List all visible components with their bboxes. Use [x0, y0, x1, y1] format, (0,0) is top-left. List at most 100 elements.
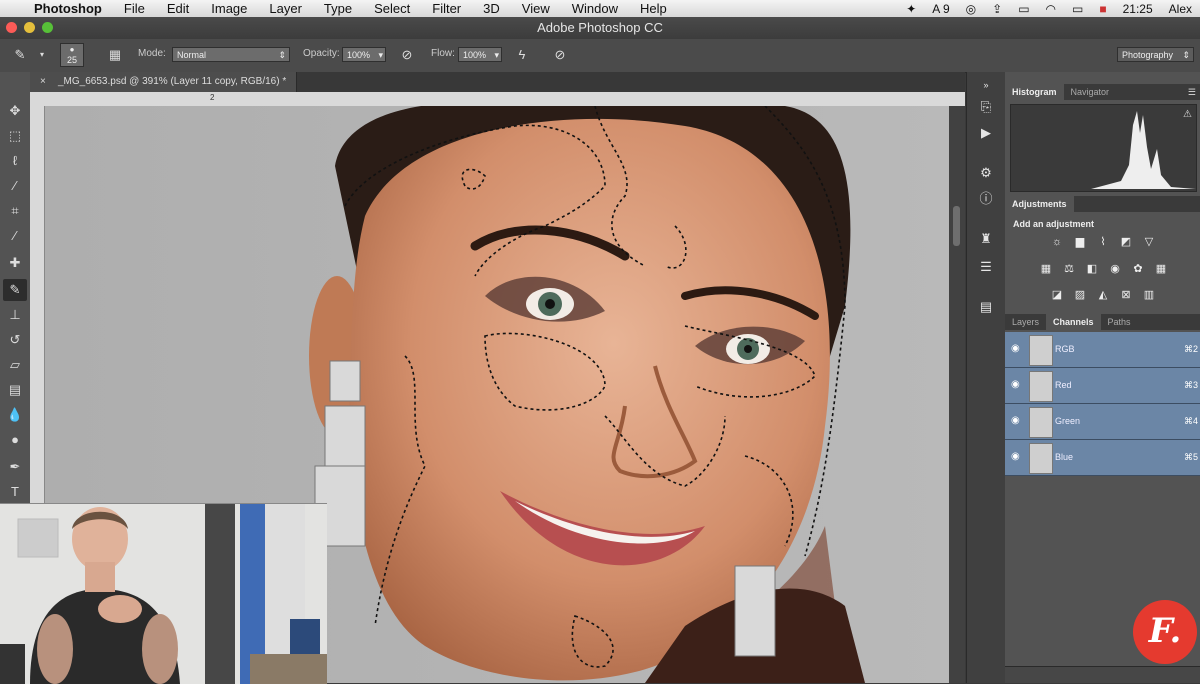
collapse-panels-icon[interactable]: »	[976, 76, 996, 94]
eyedropper-tool-icon[interactable]: ⁄	[3, 225, 27, 247]
brush-panel-icon[interactable]: ▦	[105, 45, 125, 65]
pressure-opacity-icon[interactable]: ⊘	[397, 45, 417, 65]
type-tool-icon[interactable]: T	[3, 481, 27, 503]
menu-app[interactable]: Photoshop	[30, 1, 113, 16]
menu-type[interactable]: Type	[313, 1, 363, 16]
pressure-size-icon[interactable]: ⊘	[550, 45, 570, 65]
adobe-updates-count: 9	[942, 1, 950, 16]
tab-navigator[interactable]: Navigator	[1064, 84, 1117, 100]
channel-row-blue[interactable]: ◉ Blue ⌘5	[1005, 440, 1200, 476]
tab-layers[interactable]: Layers	[1005, 314, 1046, 330]
workspace-switcher[interactable]: Photography ⇕	[1117, 47, 1194, 62]
history-brush-tool-icon[interactable]: ↺	[3, 329, 27, 351]
selective-color-icon[interactable]: ⊠	[1118, 288, 1134, 302]
tab-paths[interactable]: Paths	[1101, 314, 1138, 330]
menu-layer[interactable]: Layer	[258, 1, 313, 16]
color-balance-icon[interactable]: ⚖	[1061, 262, 1077, 276]
menu-3d[interactable]: 3D	[472, 1, 511, 16]
menu-filter[interactable]: Filter	[421, 1, 472, 16]
vibrance-icon[interactable]: ▽	[1141, 235, 1157, 249]
visibility-eye-icon[interactable]: ◉	[1011, 343, 1025, 354]
hue-saturation-icon[interactable]: ▦	[1038, 262, 1054, 276]
pen-tool-icon[interactable]: ✒	[3, 456, 27, 478]
dodge-tool-icon[interactable]: ●	[3, 429, 27, 451]
flow-field[interactable]: 100% ▾	[458, 47, 502, 62]
invert-icon[interactable]: ◪	[1049, 288, 1065, 302]
clock-time[interactable]: 21:25	[1115, 2, 1161, 16]
menu-help[interactable]: Help	[629, 1, 678, 16]
brush-preset-icon[interactable]: ✎	[10, 45, 30, 65]
curves-icon[interactable]: ⌇	[1095, 235, 1111, 249]
channel-row-red[interactable]: ◉ Red ⌘3	[1005, 368, 1200, 404]
posterize-icon[interactable]: ▨	[1072, 288, 1088, 302]
minimize-window-button[interactable]	[24, 22, 35, 33]
crop-tool-icon[interactable]: ⌗	[3, 200, 27, 222]
gradient-tool-icon[interactable]: ▤	[3, 379, 27, 401]
menu-image[interactable]: Image	[200, 1, 258, 16]
brightness-icon[interactable]: ☼	[1049, 235, 1065, 249]
threshold-icon[interactable]: ◭	[1095, 288, 1111, 302]
preset-dropdown-icon[interactable]: ▾	[32, 45, 52, 65]
canvas-vertical-scrollbar[interactable]	[949, 106, 965, 683]
menu-window[interactable]: Window	[561, 1, 629, 16]
healing-brush-tool-icon[interactable]: ✚	[3, 252, 27, 274]
levels-icon[interactable]: ▆	[1072, 235, 1088, 249]
upload-icon[interactable]: ⇪	[984, 2, 1010, 16]
channel-mixer-icon[interactable]: ✿	[1130, 262, 1146, 276]
info-panel-icon[interactable]: ⓘ	[976, 190, 996, 208]
quick-select-tool-icon[interactable]: ⁄	[3, 175, 27, 197]
lasso-tool-icon[interactable]: ℓ	[3, 150, 27, 172]
flag-icon[interactable]: ■	[1091, 2, 1114, 16]
blur-tool-icon[interactable]: 💧	[3, 404, 27, 426]
user-name[interactable]: Alex	[1161, 2, 1200, 16]
menu-file[interactable]: File	[113, 1, 156, 16]
move-tool-icon[interactable]: ✥	[3, 100, 27, 122]
display-icon[interactable]: ▭	[1010, 2, 1037, 16]
wheel-icon[interactable]: ◎	[958, 2, 984, 16]
clone-source-icon[interactable]: ♜	[976, 230, 996, 248]
document-tab[interactable]: × _MG_6653.psd @ 391% (Layer 11 copy, RG…	[30, 72, 298, 92]
visibility-eye-icon[interactable]: ◉	[1011, 451, 1025, 462]
layer-comps-icon[interactable]: ▤	[976, 298, 996, 316]
visibility-eye-icon[interactable]: ◉	[1011, 379, 1025, 390]
menu-view[interactable]: View	[511, 1, 561, 16]
flow-label: Flow:	[431, 48, 455, 59]
window-title-bar: Adobe Photoshop CC	[0, 17, 1200, 39]
brush-tool-icon[interactable]: ✎	[3, 279, 27, 301]
brush-size-picker[interactable]: ● 25	[60, 43, 84, 67]
presenter-webcam-overlay	[0, 503, 327, 684]
adobe-updates-icon[interactable]: A 9	[924, 2, 957, 16]
zoom-window-button[interactable]	[42, 22, 53, 33]
brush-presets-icon[interactable]: ⚙	[976, 164, 996, 182]
marquee-tool-icon[interactable]: ⬚	[3, 125, 27, 147]
dropbox-icon[interactable]: ✦	[898, 2, 924, 16]
battery-icon[interactable]: ▭	[1064, 2, 1091, 16]
tab-histogram[interactable]: Histogram	[1005, 84, 1064, 100]
visibility-eye-icon[interactable]: ◉	[1011, 415, 1025, 426]
gradient-map-icon[interactable]: ▥	[1141, 288, 1157, 302]
properties-panel-icon[interactable]: ☰	[976, 258, 996, 276]
warning-icon[interactable]: ⚠	[1183, 109, 1192, 120]
clone-stamp-tool-icon[interactable]: ⊥	[3, 304, 27, 326]
color-lookup-icon[interactable]: ▦	[1153, 262, 1169, 276]
exposure-icon[interactable]: ◩	[1118, 235, 1134, 249]
eraser-tool-icon[interactable]: ▱	[3, 354, 27, 376]
wifi-icon[interactable]: ◠	[1038, 2, 1064, 16]
mode-select[interactable]: Normal ⇕	[172, 47, 290, 62]
close-tab-icon[interactable]: ×	[40, 72, 46, 92]
tab-channels[interactable]: Channels	[1046, 314, 1101, 330]
photo-filter-icon[interactable]: ◉	[1107, 262, 1123, 276]
close-window-button[interactable]	[6, 22, 17, 33]
panel-menu-icon[interactable]: ☰	[1188, 84, 1196, 100]
menu-select[interactable]: Select	[363, 1, 421, 16]
actions-panel-icon[interactable]: ▶	[976, 124, 996, 142]
channel-row-green[interactable]: ◉ Green ⌘4	[1005, 404, 1200, 440]
airbrush-icon[interactable]: ϟ	[512, 45, 532, 65]
tab-adjustments[interactable]: Adjustments	[1005, 196, 1074, 212]
menu-edit[interactable]: Edit	[156, 1, 200, 16]
black-white-icon[interactable]: ◧	[1084, 262, 1100, 276]
channel-row-rgb[interactable]: ◉ RGB ⌘2	[1005, 332, 1200, 368]
history-panel-icon[interactable]: ⎘	[976, 98, 996, 116]
scrollbar-thumb[interactable]	[953, 206, 960, 246]
opacity-field[interactable]: 100% ▾	[342, 47, 386, 62]
